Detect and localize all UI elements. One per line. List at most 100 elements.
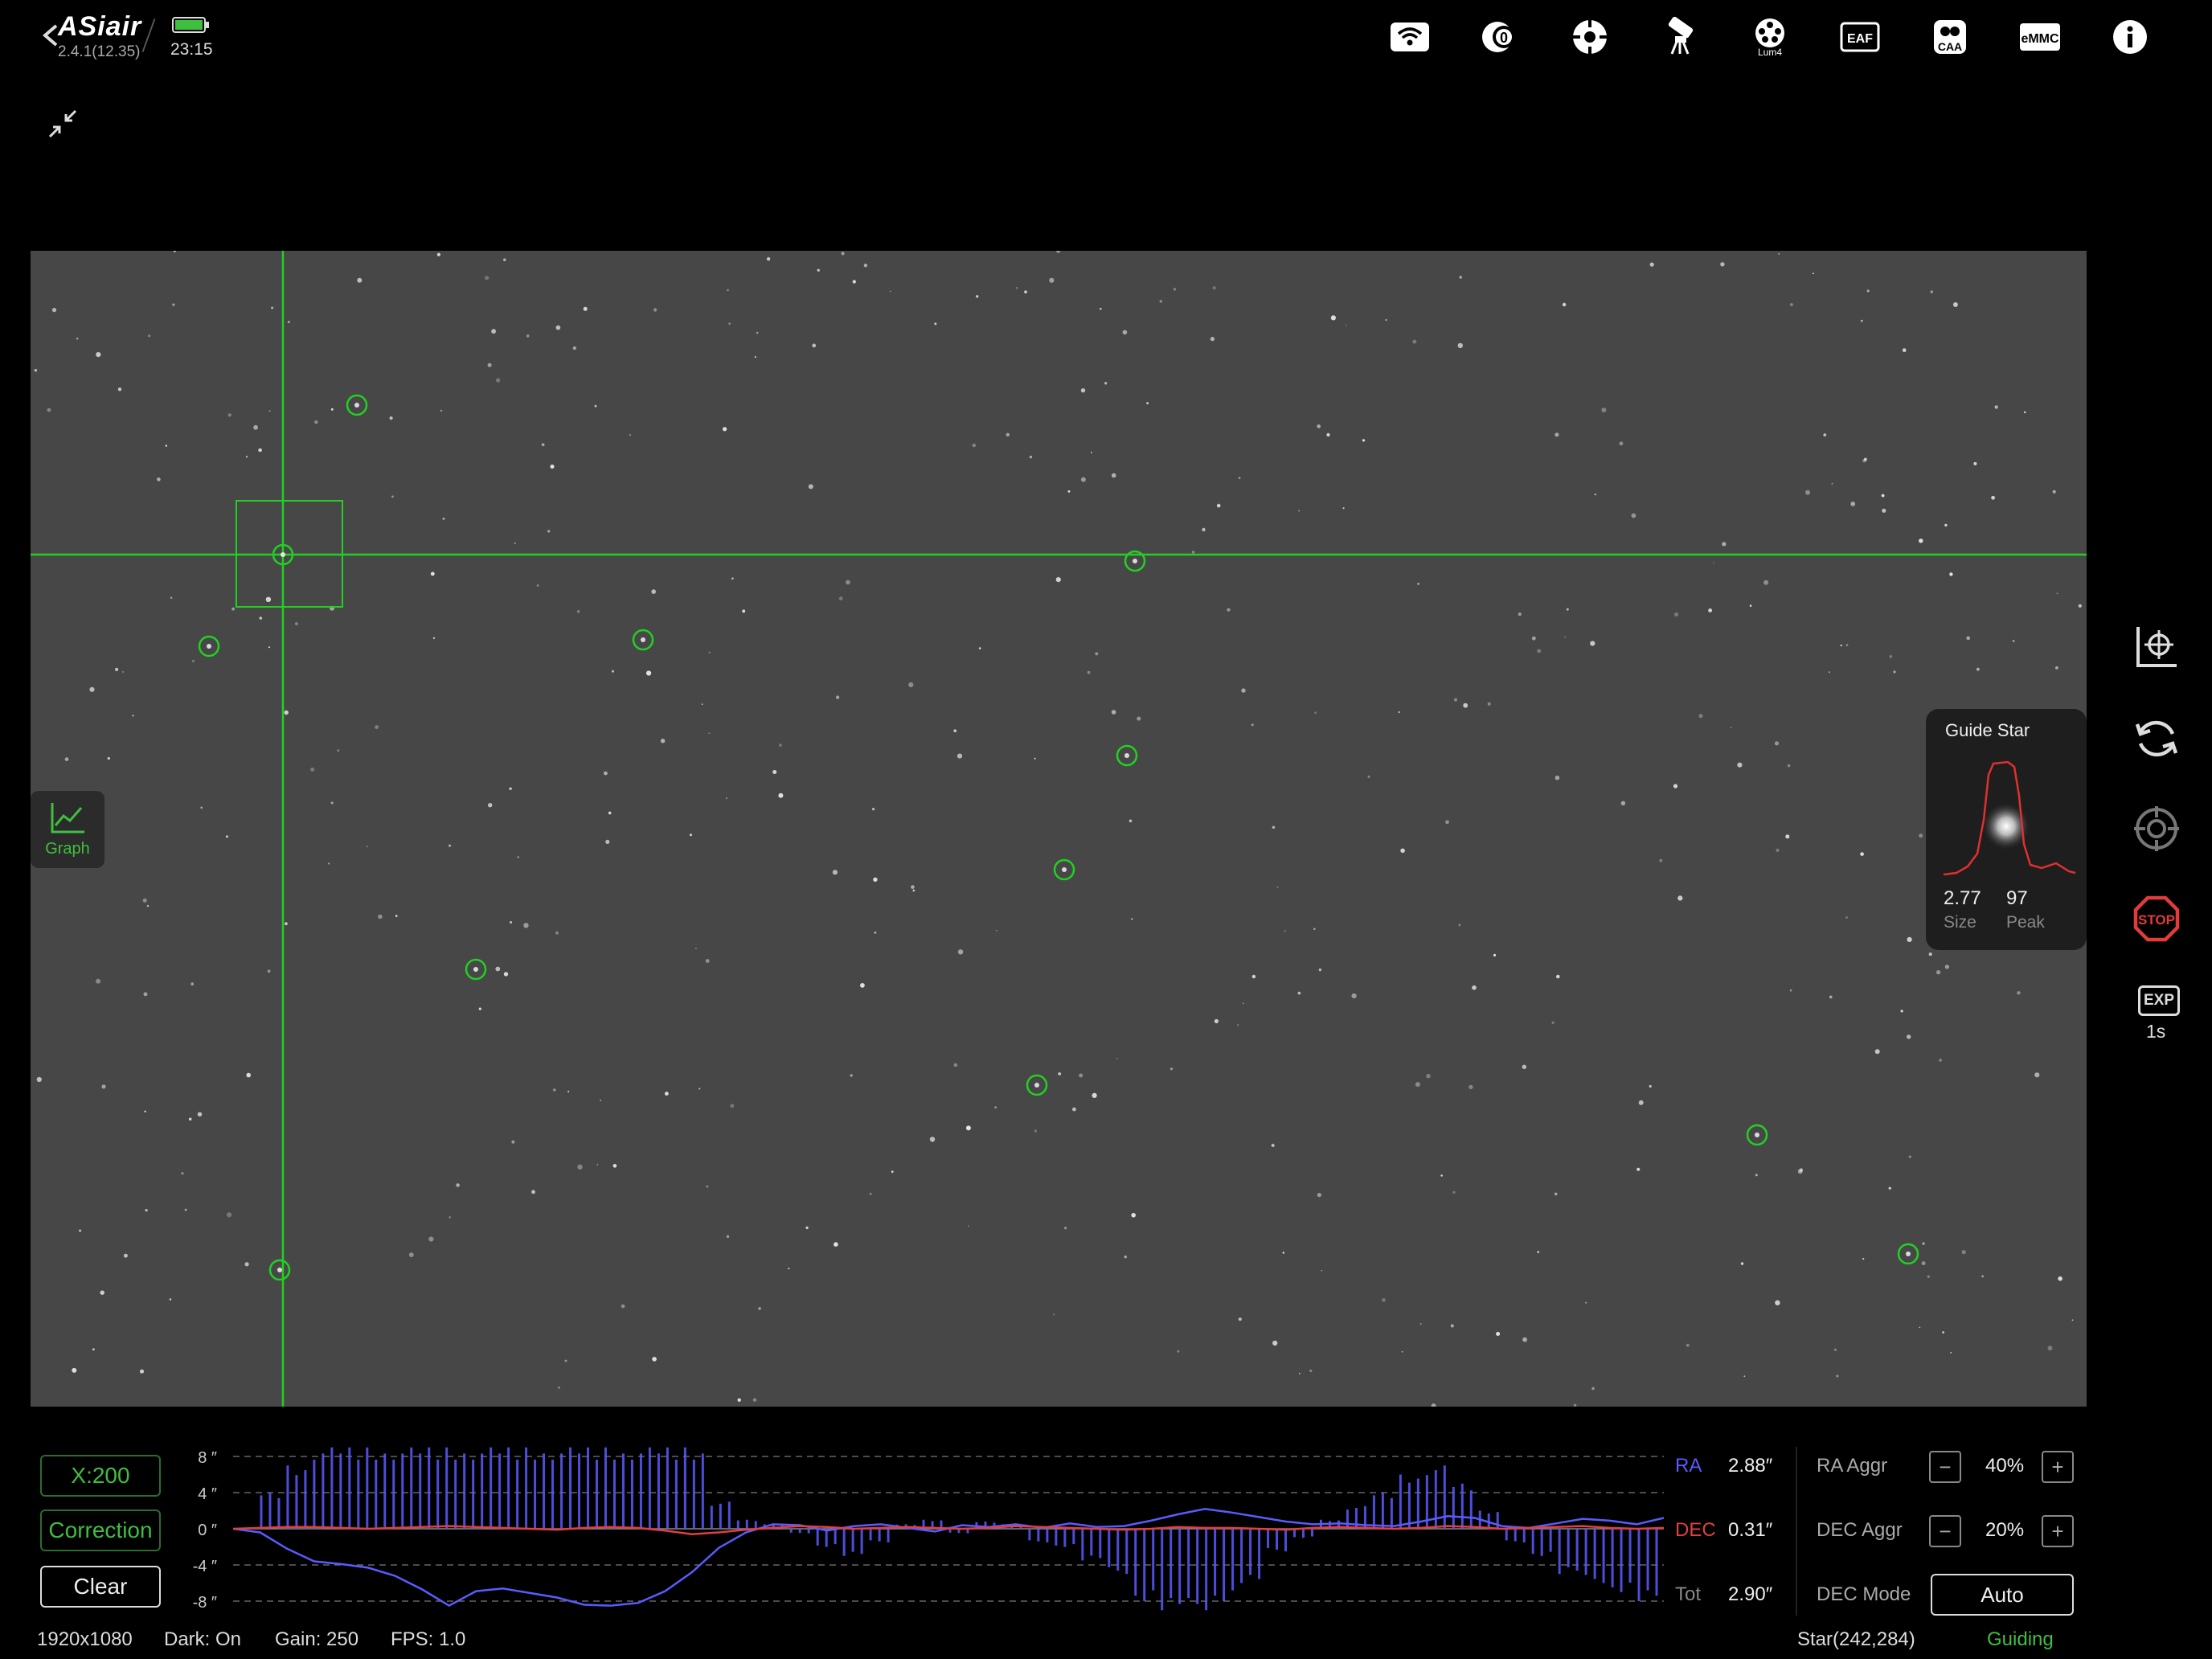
- collapse-icon: [48, 109, 77, 138]
- background-star: [1874, 1049, 1880, 1055]
- background-star: [184, 1208, 187, 1211]
- x-scale-button[interactable]: X:200: [40, 1455, 161, 1497]
- background-star: [1636, 1167, 1641, 1171]
- battery-icon: [172, 17, 209, 33]
- background-star: [1590, 641, 1596, 646]
- background-star: [612, 1164, 617, 1168]
- background-star: [1111, 710, 1116, 715]
- background-star: [1928, 952, 1932, 956]
- background-star: [1778, 252, 1780, 255]
- background-star: [1318, 968, 1322, 972]
- ra-aggr-decrease-button[interactable]: −: [1929, 1451, 1961, 1483]
- dec-aggr-decrease-button[interactable]: −: [1929, 1515, 1961, 1547]
- info-icon[interactable]: [2085, 14, 2175, 59]
- camera-icon[interactable]: 0: [1455, 14, 1545, 59]
- background-star: [436, 252, 440, 256]
- background-star: [1330, 315, 1336, 321]
- background-star: [1860, 852, 1864, 856]
- correction-toggle[interactable]: Correction: [40, 1509, 161, 1551]
- exposure-button[interactable]: EXP: [2138, 985, 2180, 1016]
- background-star: [1124, 1256, 1127, 1259]
- background-star: [695, 948, 697, 949]
- background-star: [123, 1253, 128, 1258]
- telescope-mount-icon[interactable]: [1635, 14, 1725, 59]
- background-star: [2052, 490, 2056, 494]
- background-star: [1961, 1250, 1966, 1255]
- background-star: [1829, 995, 1833, 999]
- y-tick-label: -8 ″: [193, 1594, 217, 1612]
- wifi-icon[interactable]: [1365, 14, 1455, 59]
- emmc-storage-icon[interactable]: eMMC: [1995, 14, 2085, 59]
- background-star: [375, 725, 379, 729]
- star-position-status: Star(242,284): [1797, 1628, 1915, 1650]
- background-star: [170, 596, 173, 599]
- background-star: [1620, 801, 1626, 805]
- background-star: [1631, 513, 1636, 518]
- background-star: [1129, 819, 1133, 823]
- star-profile-plot: [1943, 760, 2076, 876]
- background-star: [268, 410, 271, 412]
- background-star: [1417, 583, 1419, 585]
- background-star: [1805, 490, 1810, 495]
- dark-status: Dark: On: [164, 1628, 242, 1650]
- background-star: [1457, 342, 1464, 349]
- background-star: [190, 982, 194, 985]
- background-star: [145, 1209, 148, 1212]
- background-star: [1271, 1144, 1275, 1147]
- dec-aggr-increase-button[interactable]: +: [2042, 1515, 2074, 1547]
- background-star: [1594, 494, 1596, 496]
- filter-wheel-icon[interactable]: Lum4: [1725, 14, 1815, 59]
- background-star: [1585, 1301, 1587, 1304]
- background-star: [1522, 1064, 1527, 1069]
- guide-camera-view[interactable]: [31, 251, 2087, 1407]
- background-star: [1713, 562, 1714, 564]
- caa-rotator-icon[interactable]: CAA: [1905, 14, 1995, 59]
- background-star: [1907, 1034, 1911, 1039]
- background-star: [1382, 1298, 1386, 1302]
- background-star: [629, 434, 632, 436]
- background-star: [1309, 1369, 1313, 1373]
- background-star: [553, 1088, 556, 1092]
- clear-button[interactable]: Clear: [40, 1566, 161, 1608]
- background-star: [1095, 652, 1099, 656]
- background-star: [165, 444, 167, 447]
- eaf-focuser-icon[interactable]: EAF: [1815, 14, 1905, 59]
- background-star: [1799, 1168, 1804, 1172]
- background-star: [1191, 551, 1195, 554]
- guide-camera-icon[interactable]: [1545, 14, 1635, 59]
- background-star: [1566, 608, 1569, 611]
- background-star: [723, 427, 727, 432]
- target-select-button[interactable]: [2128, 619, 2185, 675]
- background-star: [908, 682, 914, 688]
- background-star: [1863, 457, 1867, 461]
- background-star: [1722, 542, 1727, 547]
- background-star: [1415, 1082, 1420, 1088]
- background-star: [1619, 441, 1624, 446]
- background-star: [1342, 507, 1345, 510]
- background-star: [706, 1185, 709, 1188]
- background-star: [994, 1106, 997, 1109]
- background-star: [491, 329, 496, 334]
- background-star: [395, 915, 398, 917]
- dec-mode-select[interactable]: Auto: [1931, 1574, 2074, 1616]
- stop-guiding-button[interactable]: STOP: [2128, 891, 2185, 947]
- background-star: [314, 420, 318, 424]
- background-star: [79, 1229, 82, 1232]
- background-star: [1214, 1018, 1219, 1024]
- graph-toggle-button[interactable]: Graph: [31, 791, 104, 868]
- star-peak-value: 97: [2006, 887, 2028, 909]
- collapse-view-button[interactable]: [47, 108, 79, 140]
- background-star: [1698, 714, 1703, 719]
- background-star: [863, 264, 868, 268]
- background-star: [1297, 991, 1301, 995]
- svg-text:0: 0: [1500, 30, 1508, 46]
- loop-button[interactable]: [2128, 711, 2185, 767]
- background-star: [449, 844, 451, 847]
- background-star: [330, 408, 334, 411]
- ra-aggr-increase-button[interactable]: +: [2042, 1451, 2074, 1483]
- background-star: [838, 596, 843, 600]
- background-star: [1362, 439, 1366, 442]
- background-star: [503, 972, 509, 977]
- background-star: [860, 983, 865, 988]
- calibrate-button[interactable]: [2128, 801, 2185, 857]
